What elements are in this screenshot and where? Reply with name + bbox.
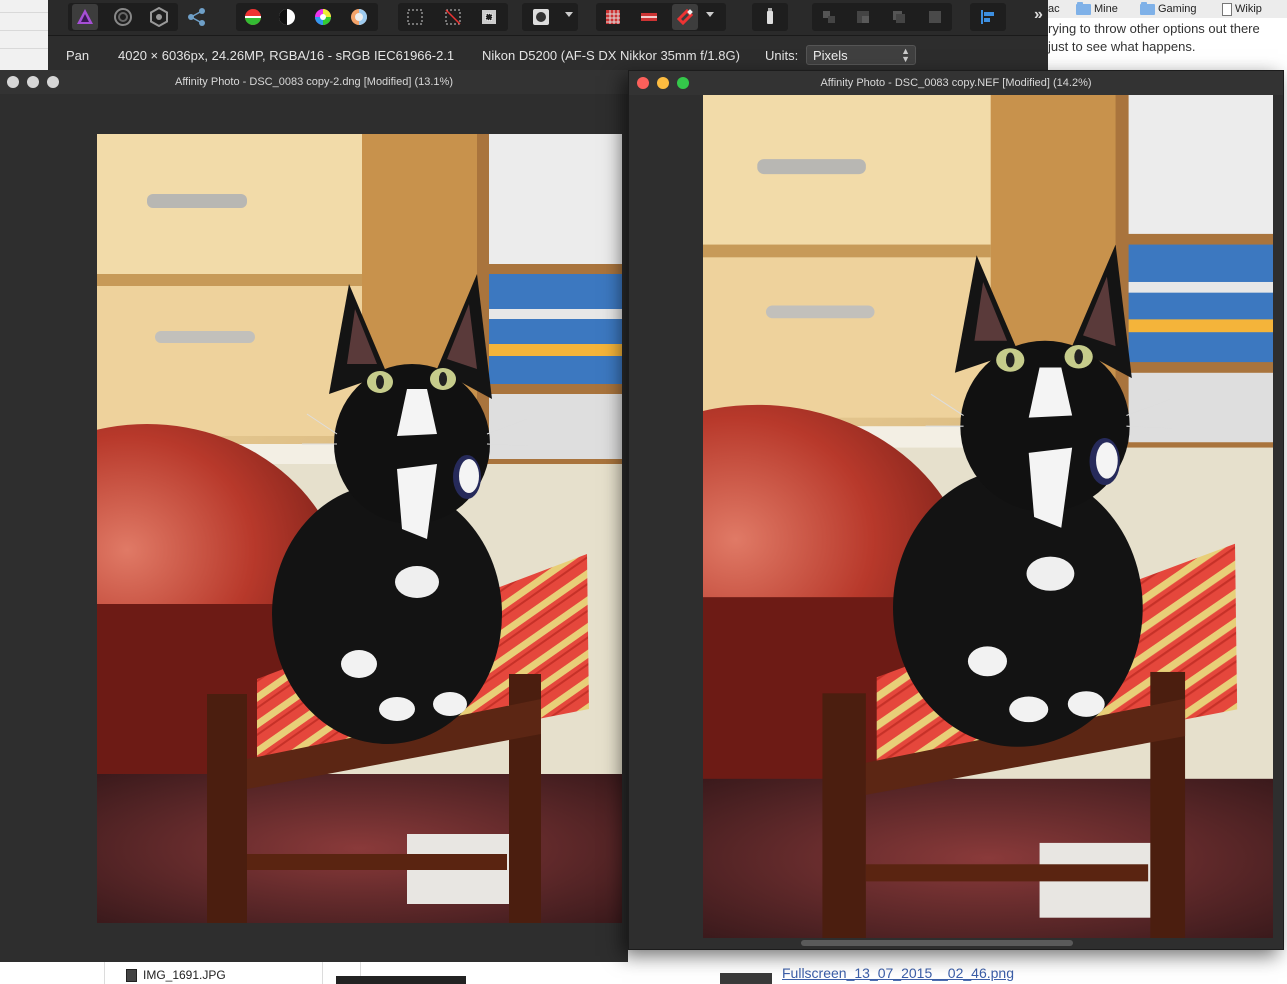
align-button[interactable]	[975, 4, 1001, 30]
zoom-window-button[interactable]	[47, 76, 59, 88]
arrange-backward-icon	[857, 11, 869, 23]
black-white-button[interactable]	[274, 4, 300, 30]
page-icon	[1222, 2, 1232, 16]
toolbar-overflow-icon[interactable]: »	[1034, 6, 1043, 24]
file-thumbnail	[720, 973, 772, 984]
file-link[interactable]: Fullscreen_13_07_2015__02_46.png	[782, 965, 1014, 981]
marquee-icon	[407, 9, 423, 25]
window-title-bar[interactable]: Affinity Photo - DSC_0083 copy-2.dng [Mo…	[0, 70, 628, 94]
levels-icon	[245, 9, 261, 25]
image-file-icon	[126, 968, 137, 982]
move-to-back-button[interactable]	[816, 4, 842, 30]
grid-button[interactable]	[600, 4, 626, 30]
invert-selection-icon	[482, 10, 496, 24]
bookmark-ac[interactable]: ac	[1048, 1, 1060, 17]
finder-preview-strip	[336, 976, 466, 984]
levels-button[interactable]	[240, 4, 266, 30]
background-window-edge	[0, 0, 48, 70]
chevron-down-icon[interactable]	[565, 12, 573, 17]
units-label: Units:	[765, 48, 799, 63]
guides-icon	[641, 13, 657, 21]
liquify-persona-button[interactable]	[110, 4, 136, 30]
share-icon	[188, 8, 205, 26]
arrange-forward-icon	[893, 11, 905, 23]
horizontal-scrollbar[interactable]	[801, 940, 1073, 946]
liquify-icon	[114, 8, 132, 26]
minimize-window-button[interactable]	[657, 77, 669, 89]
document-window-1[interactable]: Affinity Photo - DSC_0083 copy-2.dng [Mo…	[0, 70, 628, 962]
magnet-icon	[676, 8, 694, 26]
black-white-icon	[279, 9, 295, 25]
cat-photo	[703, 95, 1273, 938]
close-window-button[interactable]	[7, 76, 19, 88]
chevron-updown-icon: ▲ ▼	[901, 46, 910, 64]
bookmark-wikipedia[interactable]: Wikip	[1222, 1, 1262, 17]
quick-mask-icon	[533, 9, 549, 25]
move-to-front-button[interactable]	[922, 4, 948, 30]
window-title: Affinity Photo - DSC_0083 copy.NEF [Modi…	[820, 77, 1092, 89]
web-page-text: rying to throw other options out there j…	[1048, 21, 1260, 54]
window-title: Affinity Photo - DSC_0083 copy-2.dng [Mo…	[174, 76, 453, 88]
deselect-icon	[445, 9, 461, 25]
color-wheel-icon	[315, 9, 331, 25]
export-persona-button[interactable]	[184, 4, 210, 30]
deselect-button[interactable]	[440, 4, 466, 30]
window-title-bar[interactable]: Affinity Photo - DSC_0083 copy.NEF [Modi…	[629, 71, 1283, 95]
bookmarks-bar: ac Mine Gaming Wikip	[1048, 0, 1287, 18]
zoom-window-button[interactable]	[677, 77, 689, 89]
document-info: 4020 × 6036px, 24.26MP, RGBA/16 - sRGB I…	[118, 48, 455, 63]
hsl-button[interactable]	[310, 4, 336, 30]
finder-file-item[interactable]: IMG_1691.JPG	[126, 968, 226, 982]
arrange-front-icon	[929, 11, 941, 23]
quick-mask-button[interactable]	[528, 4, 554, 30]
white-balance-button[interactable]	[346, 4, 372, 30]
affinity-photo-icon	[77, 9, 93, 24]
snapping-button[interactable]	[672, 4, 698, 30]
align-left-icon	[981, 10, 994, 24]
folder-icon	[1140, 1, 1155, 15]
current-tool-label: Pan	[66, 48, 90, 63]
photo-persona-button[interactable]	[72, 4, 98, 30]
close-window-button[interactable]	[637, 77, 649, 89]
develop-persona-button[interactable]	[146, 4, 172, 30]
select-all-button[interactable]	[402, 4, 428, 30]
context-toolbar: Pan 4020 × 6036px, 24.26MP, RGBA/16 - sR…	[48, 36, 1048, 70]
white-balance-icon	[351, 9, 367, 25]
bookmark-mine[interactable]: Mine	[1076, 1, 1118, 17]
tube-icon	[767, 8, 773, 24]
folder-icon	[1076, 1, 1091, 15]
units-select[interactable]: Pixels ▲ ▼	[806, 45, 916, 65]
chevron-down-icon[interactable]	[706, 12, 714, 17]
minimize-window-button[interactable]	[27, 76, 39, 88]
invert-selection-button[interactable]	[476, 4, 502, 30]
tube-button[interactable]	[757, 4, 783, 30]
camera-info: Nikon D5200 (AF-S DX Nikkor 35mm f/1.8G)	[482, 48, 740, 63]
develop-icon	[150, 7, 168, 27]
document-window-2[interactable]: Affinity Photo - DSC_0083 copy.NEF [Modi…	[628, 70, 1284, 950]
main-toolbar: »	[48, 0, 1048, 36]
bookmark-gaming[interactable]: Gaming	[1140, 1, 1197, 17]
grid-icon	[606, 10, 620, 24]
move-forward-one-button[interactable]	[886, 4, 912, 30]
photo-canvas[interactable]	[703, 95, 1273, 938]
photo-canvas[interactable]	[97, 134, 622, 923]
move-back-one-button[interactable]	[850, 4, 876, 30]
cat-photo	[97, 134, 622, 923]
arrange-back-icon	[823, 11, 835, 23]
guides-button[interactable]	[636, 4, 662, 30]
